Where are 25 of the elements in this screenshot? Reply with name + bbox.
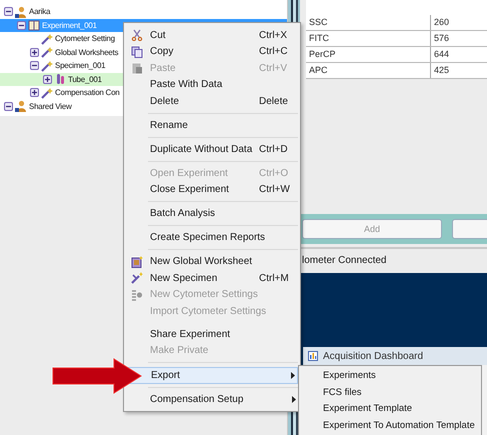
shortcut-label: Ctrl+O xyxy=(259,168,288,179)
tree-label: Compensation Con xyxy=(55,88,120,98)
tree-label: Cytometer Setting xyxy=(55,34,115,44)
shortcut-label: Delete xyxy=(259,96,288,107)
table-cell-text: 576 xyxy=(433,32,450,45)
tree-label: Shared View xyxy=(29,102,72,111)
table-cell-text: 260 xyxy=(433,16,450,29)
shortcut-label: Ctrl+V xyxy=(259,62,288,74)
shortcut-label: Ctrl+W xyxy=(259,184,290,196)
table-cell: PerCP xyxy=(306,47,431,62)
tree-label: Tube_001 xyxy=(68,74,102,84)
shortcut-label: Ctrl+M xyxy=(259,272,289,284)
table-cell-text: 425 xyxy=(433,64,450,77)
window-title: Acquisition Dashboard xyxy=(323,350,424,362)
table-cell: APC xyxy=(306,63,431,78)
table-cell: FITC xyxy=(306,31,431,46)
tree-label: Aarika xyxy=(29,7,50,16)
shortcut-label: Ctrl+D xyxy=(259,144,288,155)
tree-label: Global Worksheets xyxy=(55,48,118,57)
shortcut-label: Ctrl+C xyxy=(259,46,288,58)
shortcut-label: Ctrl+X xyxy=(259,30,288,41)
tree-label: Experiment_001 xyxy=(42,20,97,30)
tree-label: Specimen_001 xyxy=(55,61,106,70)
table-cell-text: 644 xyxy=(433,48,450,61)
table-cell: SSC xyxy=(306,15,431,30)
